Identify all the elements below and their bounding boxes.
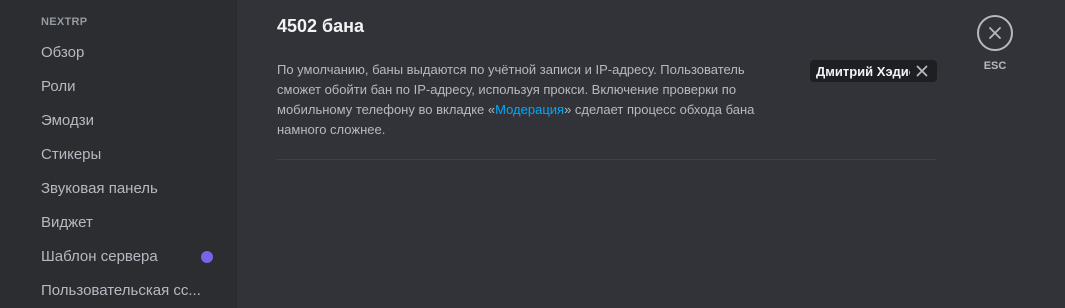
sidebar-item-emoji[interactable]: Эмодзи	[41, 107, 215, 135]
user-chip-label: Дмитрий Хэдис	[816, 63, 910, 79]
bans-description: По умолчанию, баны выдаются по учётной з…	[277, 60, 777, 140]
settings-sidebar: NEXTRP Обзор Роли Эмодзи Стикеры Звукова…	[0, 0, 237, 308]
sidebar-item-server-template[interactable]: Шаблон сервера	[41, 243, 191, 271]
sidebar-item-widget[interactable]: Виджет	[41, 209, 215, 237]
sidebar-item-stickers[interactable]: Стикеры	[41, 141, 215, 169]
divider	[277, 159, 936, 160]
sidebar-item-roles[interactable]: Роли	[41, 73, 215, 101]
sidebar-header: NEXTRP	[41, 16, 88, 28]
page-title: 4502 бана	[277, 16, 365, 36]
close-button[interactable]	[977, 15, 1013, 51]
sidebar-item-vanity-url[interactable]: Пользовательская сс...	[41, 277, 211, 305]
moderation-link[interactable]: Модерация	[495, 102, 564, 117]
user-filter-chip: Дмитрий Хэдис	[810, 60, 937, 82]
sidebar-item-overview[interactable]: Обзор	[41, 39, 215, 67]
esc-label: ESC	[983, 60, 1007, 72]
close-icon	[988, 26, 1002, 40]
close-icon[interactable]	[912, 61, 932, 81]
server-settings-window: NEXTRP Обзор Роли Эмодзи Стикеры Звукова…	[0, 0, 1065, 308]
new-feature-dot	[201, 251, 213, 263]
sidebar-item-soundboard[interactable]: Звуковая панель	[41, 175, 215, 203]
bans-panel: 4502 бана По умолчанию, баны выдаются по…	[237, 0, 1065, 308]
